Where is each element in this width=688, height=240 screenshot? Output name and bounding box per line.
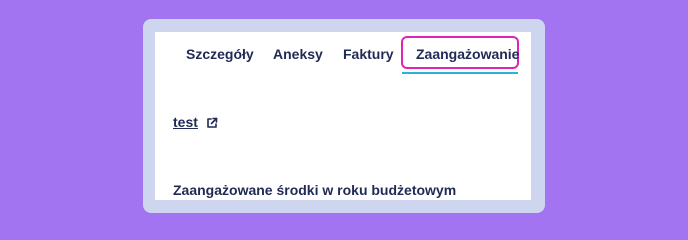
tab-zaangazowanie[interactable]: Zaangażowanie	[401, 36, 519, 69]
section-title: Zaangażowane środki w roku budżetowym	[173, 182, 457, 198]
external-link-icon[interactable]	[206, 116, 218, 128]
tab-szczegoly[interactable]: Szczegóły	[186, 46, 254, 62]
tab-faktury[interactable]: Faktury	[343, 46, 394, 62]
tab-aneksy[interactable]: Aneksy	[273, 46, 323, 62]
content-panel: Szczegóły Aneksy Faktury Zaangażowanie t…	[155, 32, 531, 200]
active-tab-indicator	[402, 72, 518, 74]
document-link-row: test	[173, 113, 218, 131]
document-link[interactable]: test	[173, 114, 198, 130]
content-frame: Szczegóły Aneksy Faktury Zaangażowanie t…	[143, 19, 545, 213]
tab-bar: Szczegóły Aneksy Faktury Zaangażowanie	[155, 32, 531, 77]
tab-zaangazowanie-label: Zaangażowanie	[416, 46, 520, 62]
